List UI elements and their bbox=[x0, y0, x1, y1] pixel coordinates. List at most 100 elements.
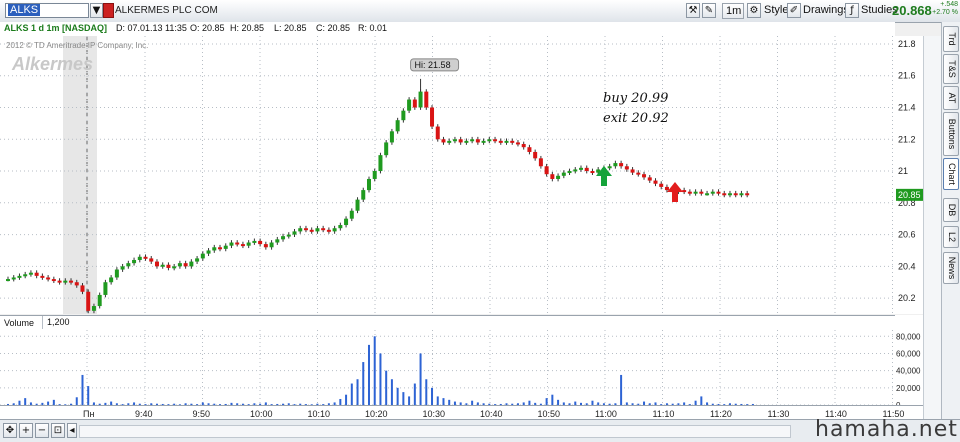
volume-value: 1,200 bbox=[42, 316, 70, 329]
candle-body bbox=[607, 166, 612, 169]
top-toolbar: ALKS ▼ ALKERMES PLC COM ⚒ ✎ 1m ⚙ Style ✐… bbox=[0, 0, 960, 23]
candle-body bbox=[103, 282, 108, 295]
candle-body bbox=[435, 126, 440, 140]
chart-title: ALKS 1 d 1m [NASDAQ] bbox=[4, 23, 108, 33]
time-axis: Пн 9:40 9:50 10:00 10:10 10:20 10:30 10:40 10:50… bbox=[0, 405, 923, 420]
volume-bar bbox=[431, 387, 434, 405]
time-tick-label: Пн bbox=[83, 409, 94, 419]
volume-label: Volume bbox=[4, 318, 35, 328]
tab-l2[interactable]: L2 bbox=[943, 226, 959, 248]
scroll-left-icon[interactable]: ◂ bbox=[67, 423, 77, 438]
candle-body bbox=[349, 210, 354, 219]
candle-body bbox=[258, 240, 263, 245]
time-tick-label: 10:00 bbox=[250, 409, 273, 419]
candle-body bbox=[109, 277, 114, 283]
price-change: +.548 +2.70 % bbox=[930, 1, 958, 17]
candle-body bbox=[326, 229, 331, 232]
zoom-in-icon[interactable]: + bbox=[19, 423, 33, 438]
link-color-icon[interactable] bbox=[103, 3, 114, 18]
symbol-dropdown-icon[interactable]: ▼ bbox=[90, 3, 103, 18]
candle-body bbox=[212, 247, 217, 251]
tab-at[interactable]: AT bbox=[943, 86, 959, 110]
studies-icon[interactable]: ƒ bbox=[845, 3, 859, 18]
candle-body bbox=[418, 91, 423, 108]
volume-chart-panel[interactable] bbox=[0, 330, 896, 406]
tab-buttons-label: Buttons bbox=[947, 118, 957, 150]
candle-body bbox=[132, 259, 137, 264]
candle-body bbox=[470, 139, 475, 142]
candle-body bbox=[177, 263, 182, 267]
candle-body bbox=[166, 264, 171, 268]
info-close: C: 20.85 bbox=[316, 23, 351, 33]
candle-body bbox=[298, 228, 303, 232]
settings-wrench-icon[interactable]: ⚒ bbox=[686, 3, 700, 18]
candle-body bbox=[246, 242, 251, 246]
candle-body bbox=[521, 144, 526, 148]
candle-body bbox=[292, 231, 297, 235]
style-icon[interactable]: ⚙ bbox=[747, 3, 761, 18]
candle-body bbox=[69, 280, 74, 283]
studies-button[interactable]: Studies bbox=[858, 3, 898, 19]
side-tabs: Trd T&S AT Buttons Chart DB L2 News bbox=[941, 22, 960, 419]
company-logo: Alkermes bbox=[11, 54, 93, 74]
candle-body bbox=[183, 263, 188, 267]
last-price: 20.868 bbox=[892, 3, 932, 18]
candle-body bbox=[556, 175, 561, 179]
volume-bar bbox=[373, 336, 376, 405]
tab-buttons[interactable]: Buttons bbox=[943, 112, 959, 156]
candle-body bbox=[206, 250, 211, 254]
time-tick-label: 9:40 bbox=[135, 409, 153, 419]
volume-axis-svg: 80,00060,00040,00020,0000 bbox=[896, 332, 921, 410]
tab-chart[interactable]: Chart bbox=[943, 158, 959, 190]
info-high: H: 20.85 bbox=[230, 23, 265, 33]
candle-body bbox=[739, 193, 744, 196]
drawings-icon[interactable]: ✐ bbox=[787, 3, 801, 18]
style-button[interactable]: Style bbox=[761, 3, 789, 19]
candle-body bbox=[63, 280, 68, 283]
interval-button[interactable]: 1m bbox=[722, 3, 744, 19]
candle-body bbox=[195, 258, 200, 262]
candle-body bbox=[412, 99, 417, 108]
zoom-fit-icon[interactable]: ⊡ bbox=[51, 423, 65, 438]
time-tick-label: 9:50 bbox=[193, 409, 211, 419]
candle-body bbox=[561, 172, 566, 176]
candle-body bbox=[189, 261, 194, 267]
volume-bar bbox=[419, 353, 422, 405]
time-tick-label: 10:10 bbox=[308, 409, 331, 419]
candle-body bbox=[716, 191, 721, 194]
candle-body bbox=[693, 191, 698, 194]
volume-bar bbox=[436, 396, 439, 405]
price-tick-label: 21.8 bbox=[898, 39, 916, 49]
symbol-input[interactable]: ALKS bbox=[5, 3, 89, 18]
candle-body bbox=[475, 139, 480, 143]
style-label: Style bbox=[764, 4, 789, 16]
price-tick-label: 21 bbox=[898, 166, 908, 176]
zoom-out-icon[interactable]: − bbox=[35, 423, 49, 438]
candle-body bbox=[567, 171, 572, 174]
candle-body bbox=[303, 228, 308, 231]
volume-axis: 80,00060,00040,00020,0000 bbox=[895, 315, 923, 410]
drawings-button[interactable]: Drawings bbox=[800, 3, 849, 19]
candle-body bbox=[28, 272, 33, 275]
crosshair-icon[interactable]: ✎ bbox=[702, 3, 716, 18]
candle-body bbox=[722, 193, 727, 196]
candle-body bbox=[493, 139, 498, 142]
volume-bar bbox=[408, 396, 411, 405]
chart-info-bar: ALKS 1 d 1m [NASDAQ] D: 07.01.13 11:35 O… bbox=[0, 22, 895, 37]
pan-icon[interactable]: ✥ bbox=[3, 423, 17, 438]
candle-body bbox=[23, 274, 28, 277]
candle-body bbox=[46, 277, 51, 280]
candle-body bbox=[441, 139, 446, 143]
price-chart-panel[interactable]: Hi: 21.58 buy 20.99 exit 20.92 2012 © TD Am… bbox=[0, 36, 896, 314]
tab-news[interactable]: News bbox=[943, 252, 959, 284]
volume-bar bbox=[81, 374, 84, 405]
horizontal-scrollbar[interactable] bbox=[79, 425, 791, 438]
info-low: L: 20.85 bbox=[274, 23, 307, 33]
candle-body bbox=[407, 99, 412, 111]
candle-body bbox=[275, 239, 280, 243]
candle-body bbox=[51, 279, 56, 282]
candle-body bbox=[573, 169, 578, 172]
candle-body bbox=[504, 140, 509, 143]
candle-body bbox=[395, 120, 400, 132]
candle-body bbox=[86, 291, 91, 311]
